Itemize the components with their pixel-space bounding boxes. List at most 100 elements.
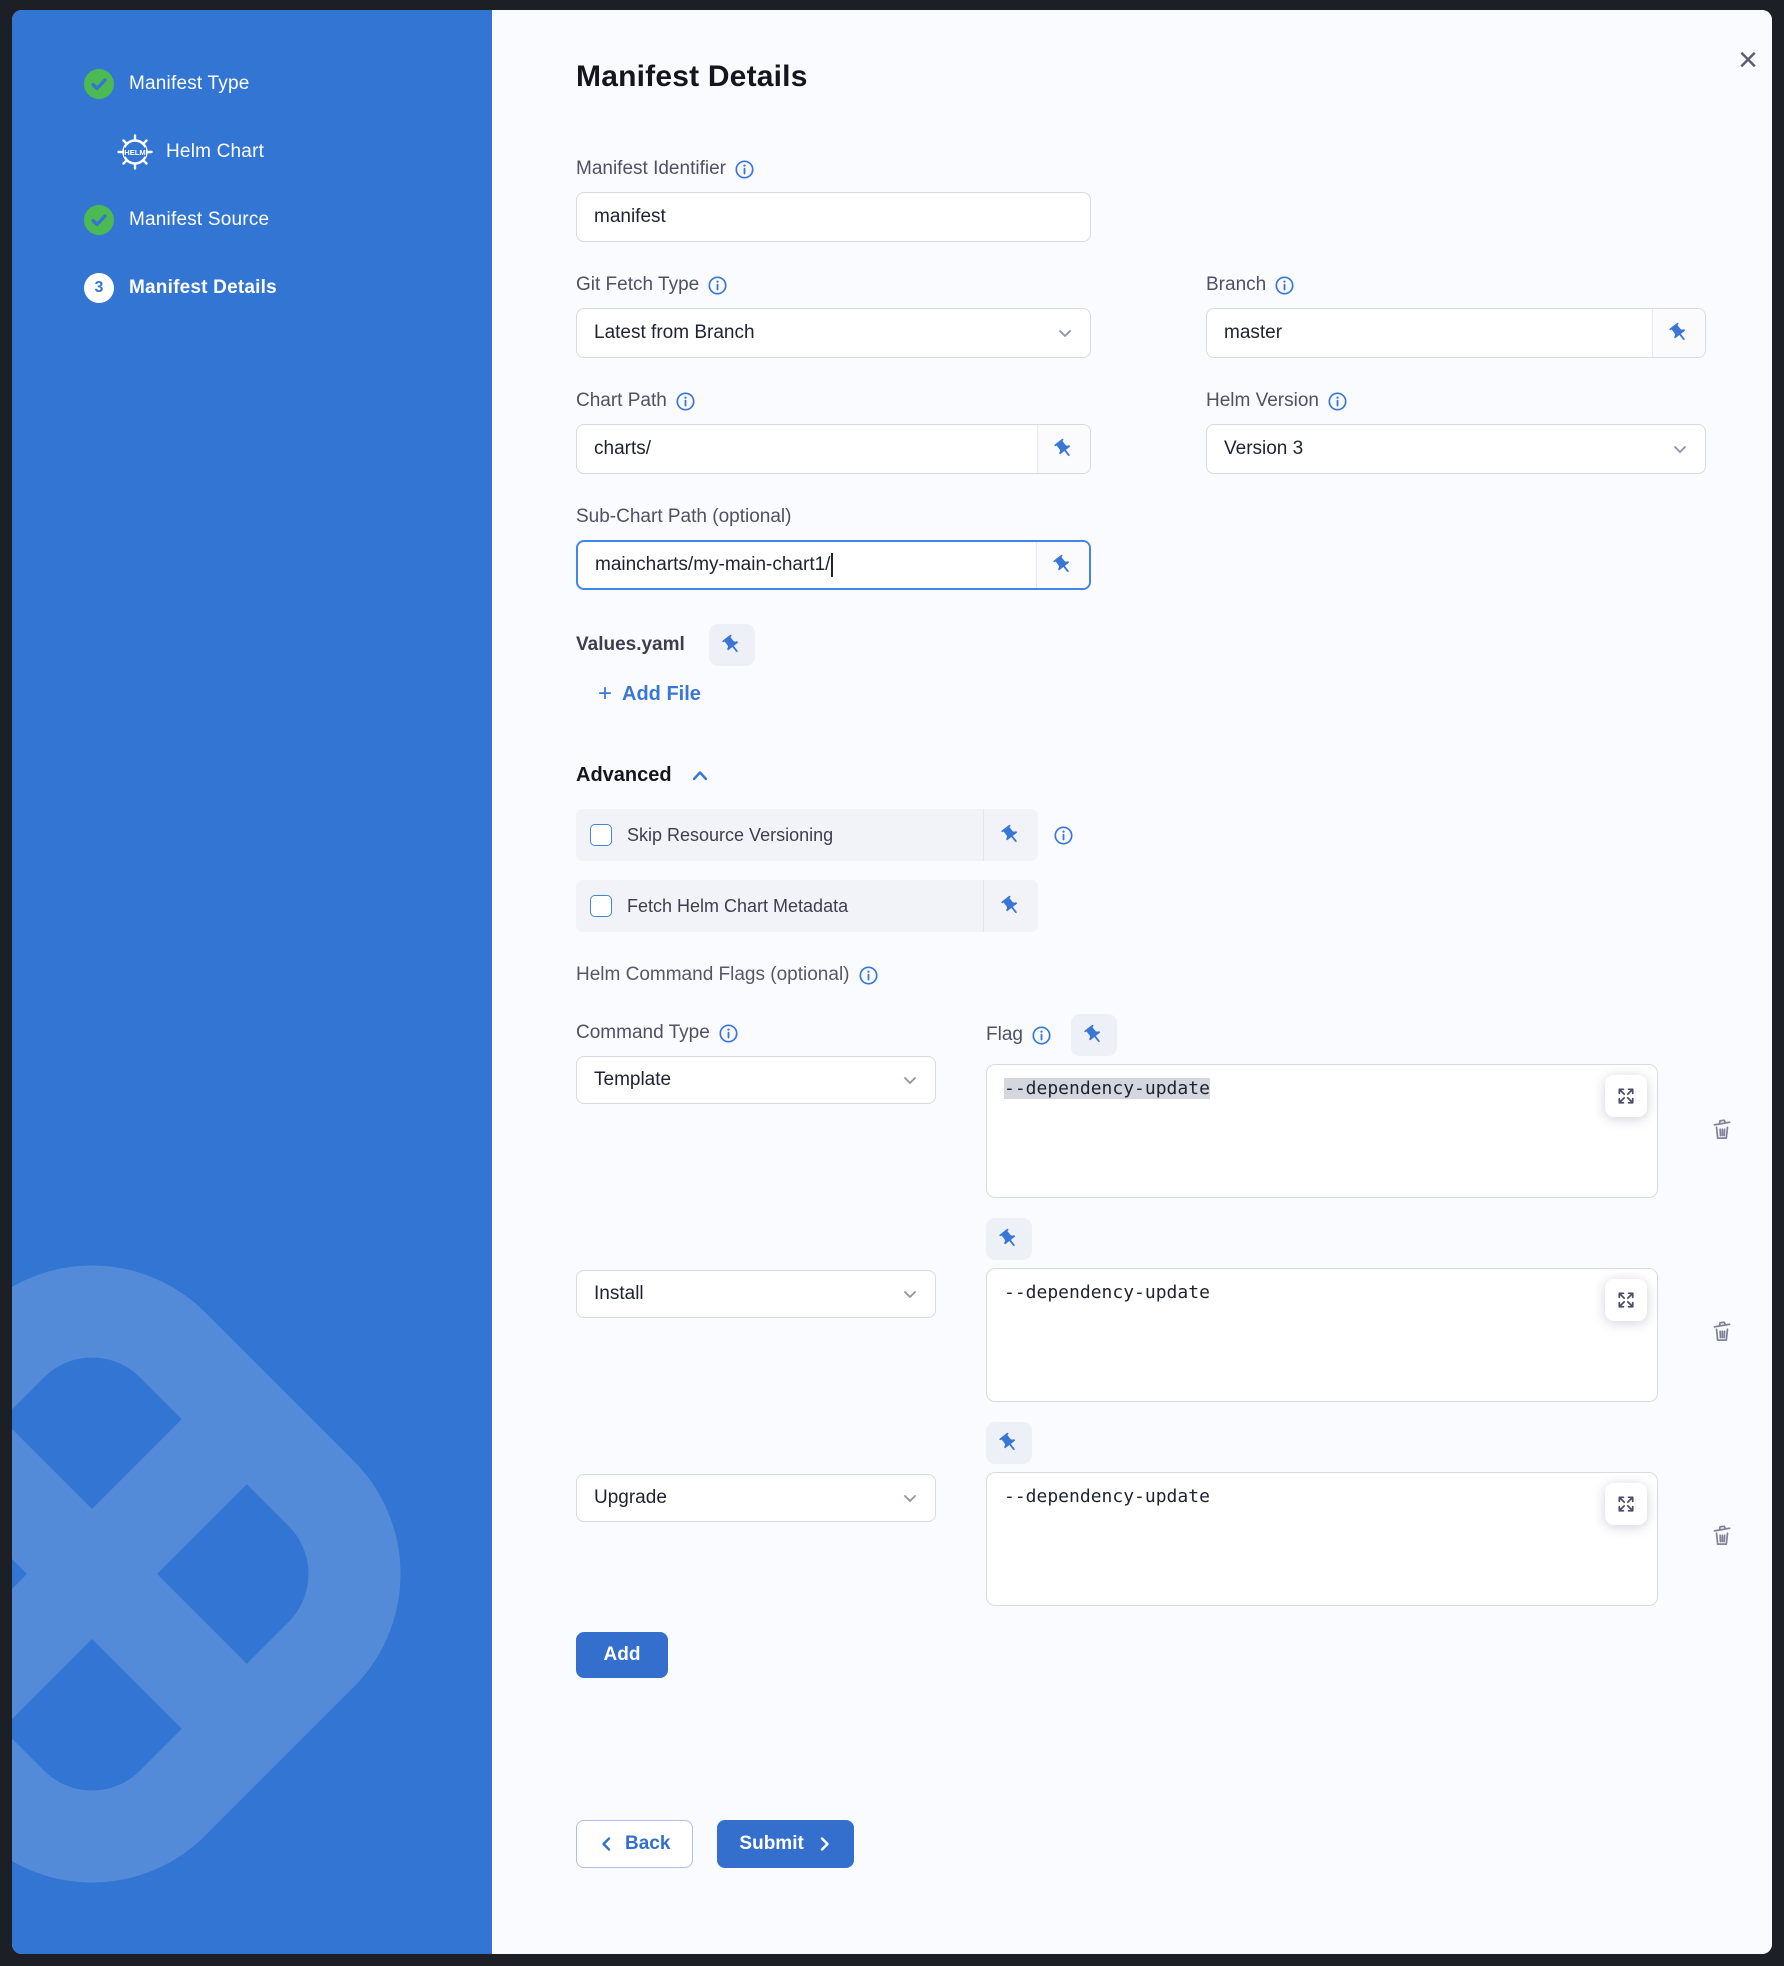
command-type-select-2[interactable]: Install xyxy=(576,1270,936,1318)
trash-icon xyxy=(1708,1116,1736,1144)
chevron-right-icon xyxy=(816,1836,832,1852)
sub-chart-path-input[interactable]: maincharts/my-main-chart1/ xyxy=(576,540,1091,590)
checkbox-label: Fetch Helm Chart Metadata xyxy=(627,896,983,917)
flag-pin-button-2[interactable] xyxy=(986,1218,1032,1260)
pin-icon xyxy=(1079,1020,1110,1051)
add-flag-button[interactable]: Add xyxy=(576,1632,668,1678)
git-fetch-type-select[interactable]: Latest from Branch xyxy=(576,308,1091,358)
wizard-sidebar: Manifest Type HELM xyxy=(12,10,492,1954)
helm-command-flags-label: Helm Command Flags (optional) xyxy=(576,962,1772,988)
command-type-label: Command Type xyxy=(576,1020,936,1046)
command-type-select-3[interactable]: Upgrade xyxy=(576,1474,936,1522)
pin-icon xyxy=(716,630,747,661)
text-caret xyxy=(831,553,833,577)
brand-watermark-logo xyxy=(12,1199,467,1949)
plus-icon: + xyxy=(598,682,612,706)
command-type-select-1[interactable]: Template xyxy=(576,1056,936,1104)
step-label: Manifest Type xyxy=(129,73,250,95)
info-icon[interactable] xyxy=(1328,392,1347,411)
trash-icon xyxy=(1708,1522,1736,1550)
add-file-link[interactable]: + Add File xyxy=(598,682,701,706)
pin-icon xyxy=(996,820,1027,851)
skip-resource-versioning-checkbox[interactable] xyxy=(590,824,612,846)
advanced-section-title: Advanced xyxy=(576,764,672,787)
branch-pin-button[interactable] xyxy=(1652,309,1705,357)
back-button[interactable]: Back xyxy=(576,1820,693,1868)
flag-pin-button-1[interactable] xyxy=(1071,1014,1117,1056)
info-icon[interactable] xyxy=(1032,1026,1051,1045)
step-helm-chart[interactable]: HELM Helm Chart xyxy=(115,136,492,168)
flag-textarea-2[interactable]: --dependency-update xyxy=(986,1268,1658,1402)
skip-resource-versioning-row: Skip Resource Versioning xyxy=(576,809,1038,861)
chart-path-input[interactable]: charts/ xyxy=(576,424,1091,474)
manifest-wizard-modal: Manifest Type HELM xyxy=(12,10,1772,1954)
chevron-down-icon xyxy=(901,1489,919,1507)
values-file-label: Values.yaml xyxy=(576,634,685,656)
branch-label: Branch xyxy=(1206,272,1706,298)
flag-textarea-1[interactable]: --dependency-update xyxy=(986,1064,1658,1198)
pin-icon xyxy=(1048,550,1079,581)
trash-icon xyxy=(1708,1318,1736,1346)
wizard-steps: Manifest Type HELM xyxy=(12,10,492,304)
sub-chart-path-pin-button[interactable] xyxy=(1036,542,1089,588)
selected-text: --dependency-update xyxy=(1004,1078,1210,1099)
info-icon[interactable] xyxy=(859,966,878,985)
fetch-helm-metadata-row: Fetch Helm Chart Metadata xyxy=(576,880,1038,932)
flag-label: Flag xyxy=(986,1022,1051,1048)
step-manifest-type[interactable]: Manifest Type xyxy=(84,68,492,100)
submit-button[interactable]: Submit xyxy=(717,1820,853,1868)
chevron-down-icon xyxy=(1056,324,1074,342)
delete-flag-button-3[interactable] xyxy=(1708,1522,1736,1550)
helm-wheel-icon: HELM xyxy=(115,132,155,172)
expand-button[interactable] xyxy=(1605,1279,1647,1321)
skip-resource-versioning-pin-button[interactable] xyxy=(983,809,1038,861)
chevron-down-icon xyxy=(901,1071,919,1089)
branch-input[interactable]: master xyxy=(1206,308,1706,358)
pin-icon xyxy=(994,1224,1025,1255)
info-icon[interactable] xyxy=(708,276,727,295)
chevron-up-icon[interactable] xyxy=(690,766,710,786)
step-label: Manifest Source xyxy=(129,209,269,231)
chart-path-pin-button[interactable] xyxy=(1037,425,1090,473)
flag-textarea-3[interactable]: --dependency-update xyxy=(986,1472,1658,1606)
fetch-helm-metadata-pin-button[interactable] xyxy=(983,880,1038,932)
info-icon[interactable] xyxy=(735,160,754,179)
helm-version-label: Helm Version xyxy=(1206,388,1706,414)
checkbox-label: Skip Resource Versioning xyxy=(627,825,983,846)
info-icon[interactable] xyxy=(676,392,695,411)
step-manifest-source[interactable]: Manifest Source xyxy=(84,204,492,236)
flag-pin-button-3[interactable] xyxy=(986,1422,1032,1464)
close-icon[interactable]: × xyxy=(1728,40,1768,80)
step-number-badge: 3 xyxy=(84,273,114,303)
check-circle-icon xyxy=(84,69,114,99)
pin-icon xyxy=(1049,434,1080,465)
check-circle-icon xyxy=(84,205,114,235)
values-file-pin-button[interactable] xyxy=(709,624,755,666)
info-icon[interactable] xyxy=(1054,826,1073,845)
expand-button[interactable] xyxy=(1605,1483,1647,1525)
sub-chart-path-label: Sub-Chart Path (optional) xyxy=(576,504,1091,530)
fetch-helm-metadata-checkbox[interactable] xyxy=(590,895,612,917)
manifest-identifier-label: Manifest Identifier xyxy=(576,156,1772,182)
expand-icon xyxy=(1615,1085,1637,1107)
info-icon[interactable] xyxy=(1275,276,1294,295)
pin-icon xyxy=(1664,318,1695,349)
chevron-down-icon xyxy=(901,1285,919,1303)
page-title: Manifest Details xyxy=(576,60,1772,94)
helm-version-select[interactable]: Version 3 xyxy=(1206,424,1706,474)
git-fetch-type-label: Git Fetch Type xyxy=(576,272,1091,298)
delete-flag-button-2[interactable] xyxy=(1708,1318,1736,1346)
step-manifest-details[interactable]: 3 Manifest Details xyxy=(84,272,492,304)
info-icon[interactable] xyxy=(719,1024,738,1043)
svg-text:HELM: HELM xyxy=(124,148,146,157)
step-label: Manifest Details xyxy=(129,277,277,299)
manifest-identifier-input[interactable]: manifest xyxy=(576,192,1091,242)
expand-button[interactable] xyxy=(1605,1075,1647,1117)
chevron-left-icon xyxy=(599,1836,615,1852)
delete-flag-button-1[interactable] xyxy=(1708,1116,1736,1144)
chart-path-label: Chart Path xyxy=(576,388,1091,414)
step-label: Helm Chart xyxy=(166,141,264,163)
expand-icon xyxy=(1615,1493,1637,1515)
chevron-down-icon xyxy=(1671,440,1689,458)
pin-icon xyxy=(996,891,1027,922)
